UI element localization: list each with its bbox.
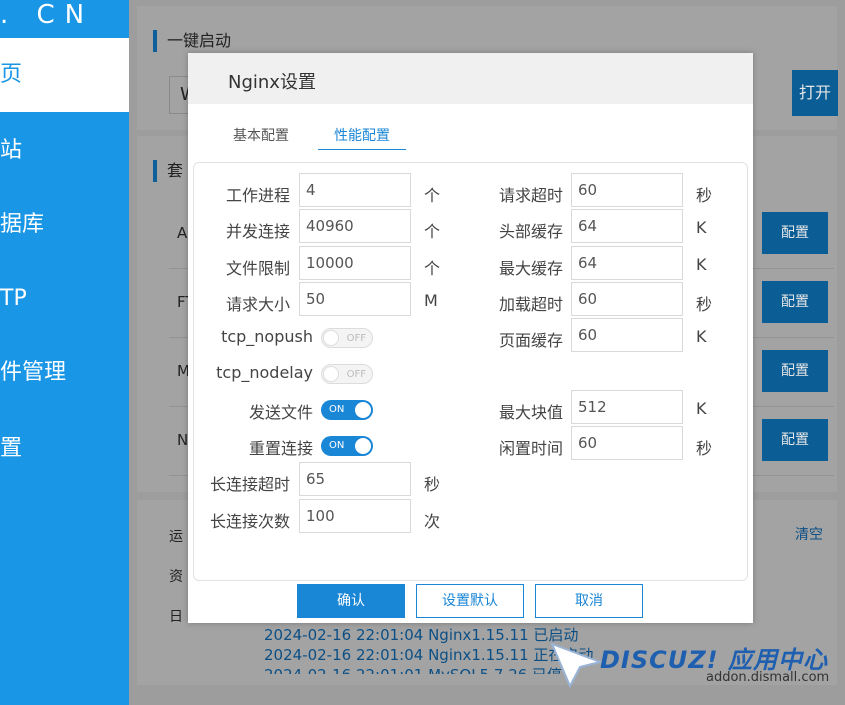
field-unit: 秒 — [424, 475, 441, 494]
config-button[interactable]: 配置 — [762, 281, 828, 323]
sidebar-item-database[interactable]: 据库 — [0, 188, 129, 262]
worker-connections-input[interactable]: 40960 — [299, 209, 411, 243]
field-unit: K — [696, 255, 707, 274]
load-timeout-input[interactable]: 60 — [571, 282, 683, 316]
resource-label: 资 — [169, 569, 183, 585]
field-unit: K — [696, 399, 707, 418]
keepalive-timeout-input[interactable]: 65 — [299, 462, 411, 496]
sidebar: . CN 页 站 据库 TP 件管理 置 — [0, 0, 129, 705]
toggle-label: 发送文件 — [248, 403, 313, 422]
field-label: 头部缓存 — [498, 222, 563, 241]
config-button[interactable]: 配置 — [762, 212, 828, 254]
dialog-header: Nginx设置 — [188, 53, 753, 104]
sidebar-item-sites[interactable]: 站 — [0, 114, 129, 188]
sidebar-item-label: 站 — [0, 138, 23, 163]
open-button[interactable]: 打开 — [792, 70, 838, 116]
request-timeout-input[interactable]: 60 — [571, 173, 683, 207]
field-label: 请求大小 — [225, 295, 290, 314]
config-button[interactable]: 配置 — [762, 419, 828, 461]
toggle-label: 重置连接 — [248, 439, 313, 458]
suite-title: 套 — [153, 160, 183, 182]
field-label: 最大块值 — [498, 403, 563, 422]
max-chunk-input[interactable]: 512 — [571, 390, 683, 424]
header-buffer-input[interactable]: 64 — [571, 209, 683, 243]
log-line: 2024-02-16 22:01:04 Nginx1.15.11 已启动 — [264, 626, 579, 644]
page-cache-input[interactable]: 60 — [571, 318, 683, 352]
max-buffer-input[interactable]: 64 — [571, 246, 683, 280]
keepalive-requests-input[interactable]: 100 — [299, 499, 411, 533]
tcp-nopush-toggle[interactable]: OFF — [321, 328, 373, 348]
tab-basic-config[interactable]: 基本配置 — [233, 125, 289, 149]
toggle-label: tcp_nopush — [221, 327, 313, 346]
sidebar-item-ftp[interactable]: TP — [0, 262, 129, 336]
sidebar-item-files[interactable]: 件管理 — [0, 336, 129, 410]
file-limit-input[interactable]: 10000 — [299, 246, 411, 280]
sendfile-toggle[interactable]: ON — [321, 400, 373, 420]
field-unit: 次 — [424, 512, 441, 531]
field-label: 工作进程 — [225, 186, 290, 205]
idle-time-input[interactable]: 60 — [571, 426, 683, 460]
log-line: 2024-02-16 22:01:04 Nginx1.15.11 正在启动 — [264, 646, 594, 664]
app-logo: . CN — [0, 0, 95, 30]
field-label: 请求超时 — [498, 186, 563, 205]
config-button[interactable]: 配置 — [762, 350, 828, 392]
toggle-knob — [323, 330, 339, 346]
worker-processes-input[interactable]: 4 — [299, 173, 411, 207]
reset-connection-toggle[interactable]: ON — [321, 436, 373, 456]
confirm-button[interactable]: 确认 — [297, 584, 405, 618]
sidebar-item-label: 件管理 — [0, 360, 67, 385]
field-unit: 个 — [424, 222, 441, 241]
field-label: 加载超时 — [498, 295, 563, 314]
sidebar-item-settings[interactable]: 置 — [0, 412, 129, 486]
toggle-state: OFF — [346, 369, 366, 380]
quick-start-title: 一键启动 — [153, 30, 231, 52]
field-unit: K — [696, 218, 707, 237]
field-label: 最大缓存 — [498, 259, 563, 278]
field-unit: 秒 — [696, 439, 713, 458]
toggle-state: ON — [329, 404, 345, 415]
field-label: 闲置时间 — [498, 439, 563, 458]
field-unit: M — [424, 291, 438, 310]
field-unit: 秒 — [696, 186, 713, 205]
field-label: 并发连接 — [225, 222, 290, 241]
toggle-label: tcp_nodelay — [216, 363, 313, 382]
cancel-button[interactable]: 取消 — [535, 584, 643, 618]
sidebar-item-label: TP — [0, 286, 27, 311]
toggle-knob — [355, 402, 371, 418]
toggle-knob — [355, 438, 371, 454]
toggle-state: ON — [329, 440, 345, 451]
field-label: 文件限制 — [225, 259, 290, 278]
log-line: 2024-02-16 22:01:01 MySQL5.7.26 已停止 — [264, 664, 577, 674]
set-default-button[interactable]: 设置默认 — [416, 584, 524, 618]
tab-performance-config[interactable]: 性能配置 — [318, 125, 406, 150]
field-unit: 个 — [424, 259, 441, 278]
clear-log-link[interactable]: 清空 — [795, 524, 823, 544]
field-label: 长连接超时 — [209, 475, 290, 494]
tcp-nodelay-toggle[interactable]: OFF — [321, 364, 373, 384]
toggle-knob — [323, 366, 339, 382]
field-unit: K — [696, 327, 707, 346]
performance-form: 工作进程 4 个 并发连接 40960 个 文件限制 10000 个 请求大小 … — [193, 162, 748, 581]
log-label: 日 — [169, 609, 183, 625]
status-label: 运 — [169, 529, 183, 545]
watermark-url: addon.dismall.com — [706, 670, 830, 685]
sidebar-item-home[interactable]: 页 — [0, 38, 129, 112]
nginx-settings-dialog: Nginx设置 基本配置 性能配置 工作进程 4 个 并发连接 40960 个 … — [188, 53, 753, 623]
toggle-state: OFF — [346, 333, 366, 344]
field-unit: 秒 — [696, 295, 713, 314]
sidebar-item-label: 页 — [0, 62, 23, 87]
dialog-title: Nginx设置 — [228, 72, 316, 93]
field-label: 长连接次数 — [209, 512, 290, 531]
sidebar-item-label: 据库 — [0, 212, 45, 237]
field-unit: 个 — [424, 186, 441, 205]
request-size-input[interactable]: 50 — [299, 282, 411, 316]
cursor-arrow-icon — [550, 642, 604, 689]
field-label: 页面缓存 — [498, 331, 563, 350]
sidebar-item-label: 置 — [0, 436, 23, 461]
